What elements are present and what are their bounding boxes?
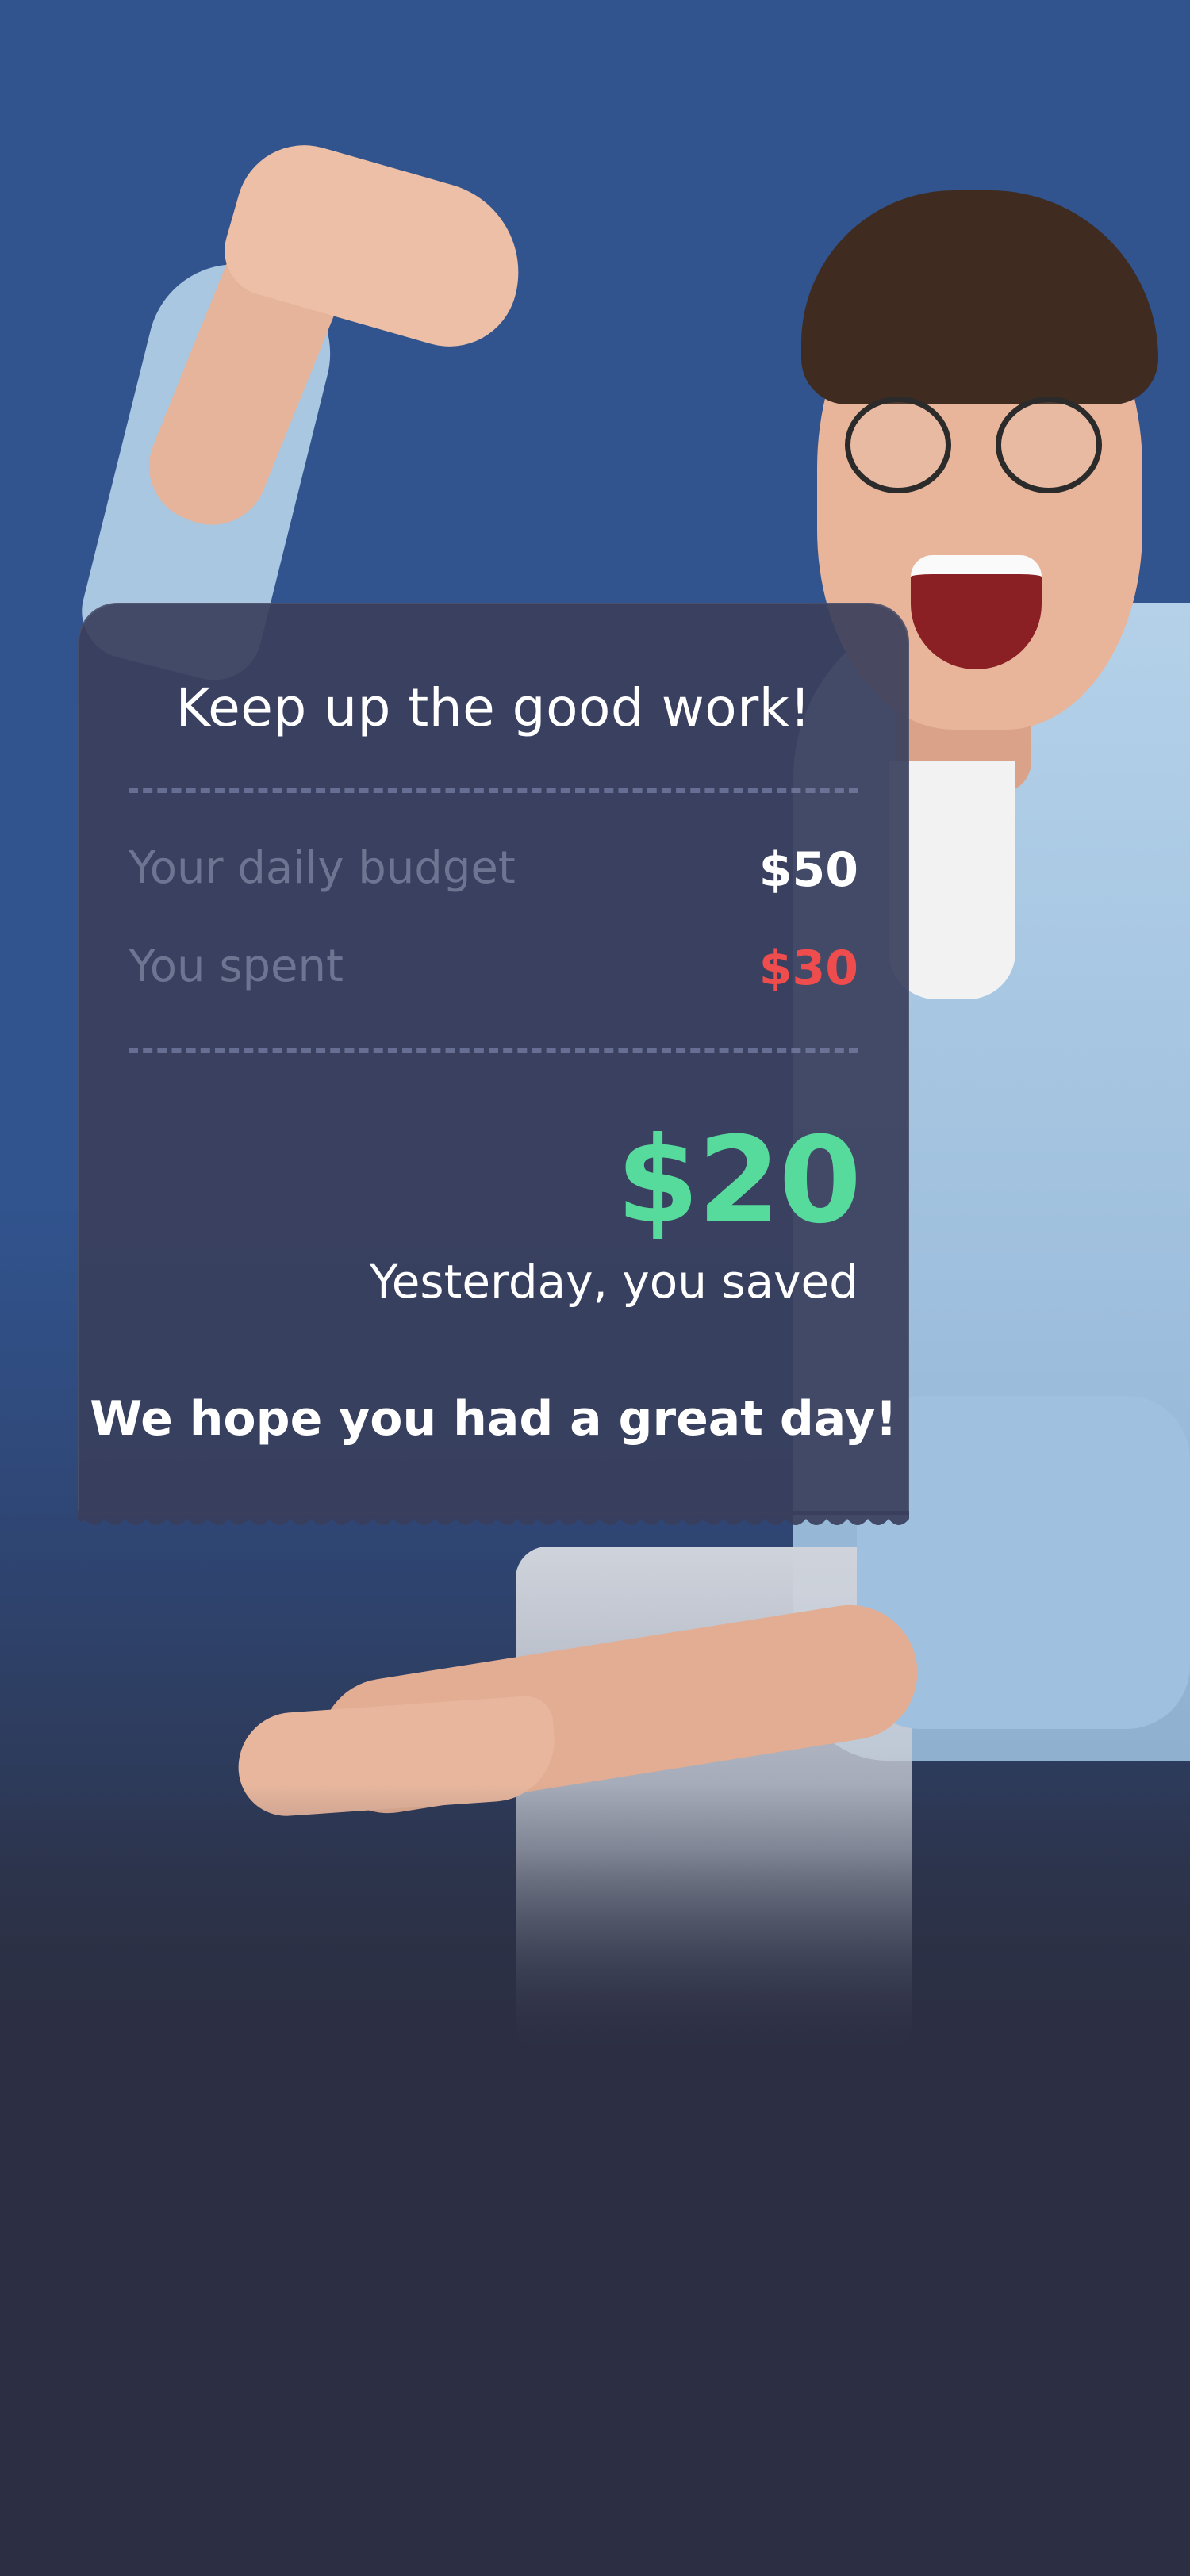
bottom-fade [0, 1784, 1190, 2062]
receipt-torn-edge [78, 1511, 909, 1525]
dashed-divider-bottom [129, 1048, 858, 1053]
closing-message: We hope you had a great day! [90, 1391, 897, 1447]
spent-value: $30 [758, 941, 858, 996]
saved-amount: $20 [616, 1112, 862, 1250]
daily-budget-label: Your daily budget [129, 842, 516, 894]
budget-summary-screen: Keep up the good work! Your daily budget… [0, 0, 1190, 2576]
hair [801, 190, 1158, 404]
saved-label: Yesterday, you saved [369, 1255, 858, 1309]
dashed-divider-top [129, 788, 858, 793]
card-title: Keep up the good work! [175, 677, 812, 738]
receipt-card: Keep up the good work! Your daily budget… [78, 603, 909, 1515]
spent-label: You spent [129, 941, 344, 992]
glasses-right-lens [996, 397, 1102, 493]
glasses-left-lens [845, 397, 951, 493]
daily-budget-value: $50 [758, 842, 858, 898]
